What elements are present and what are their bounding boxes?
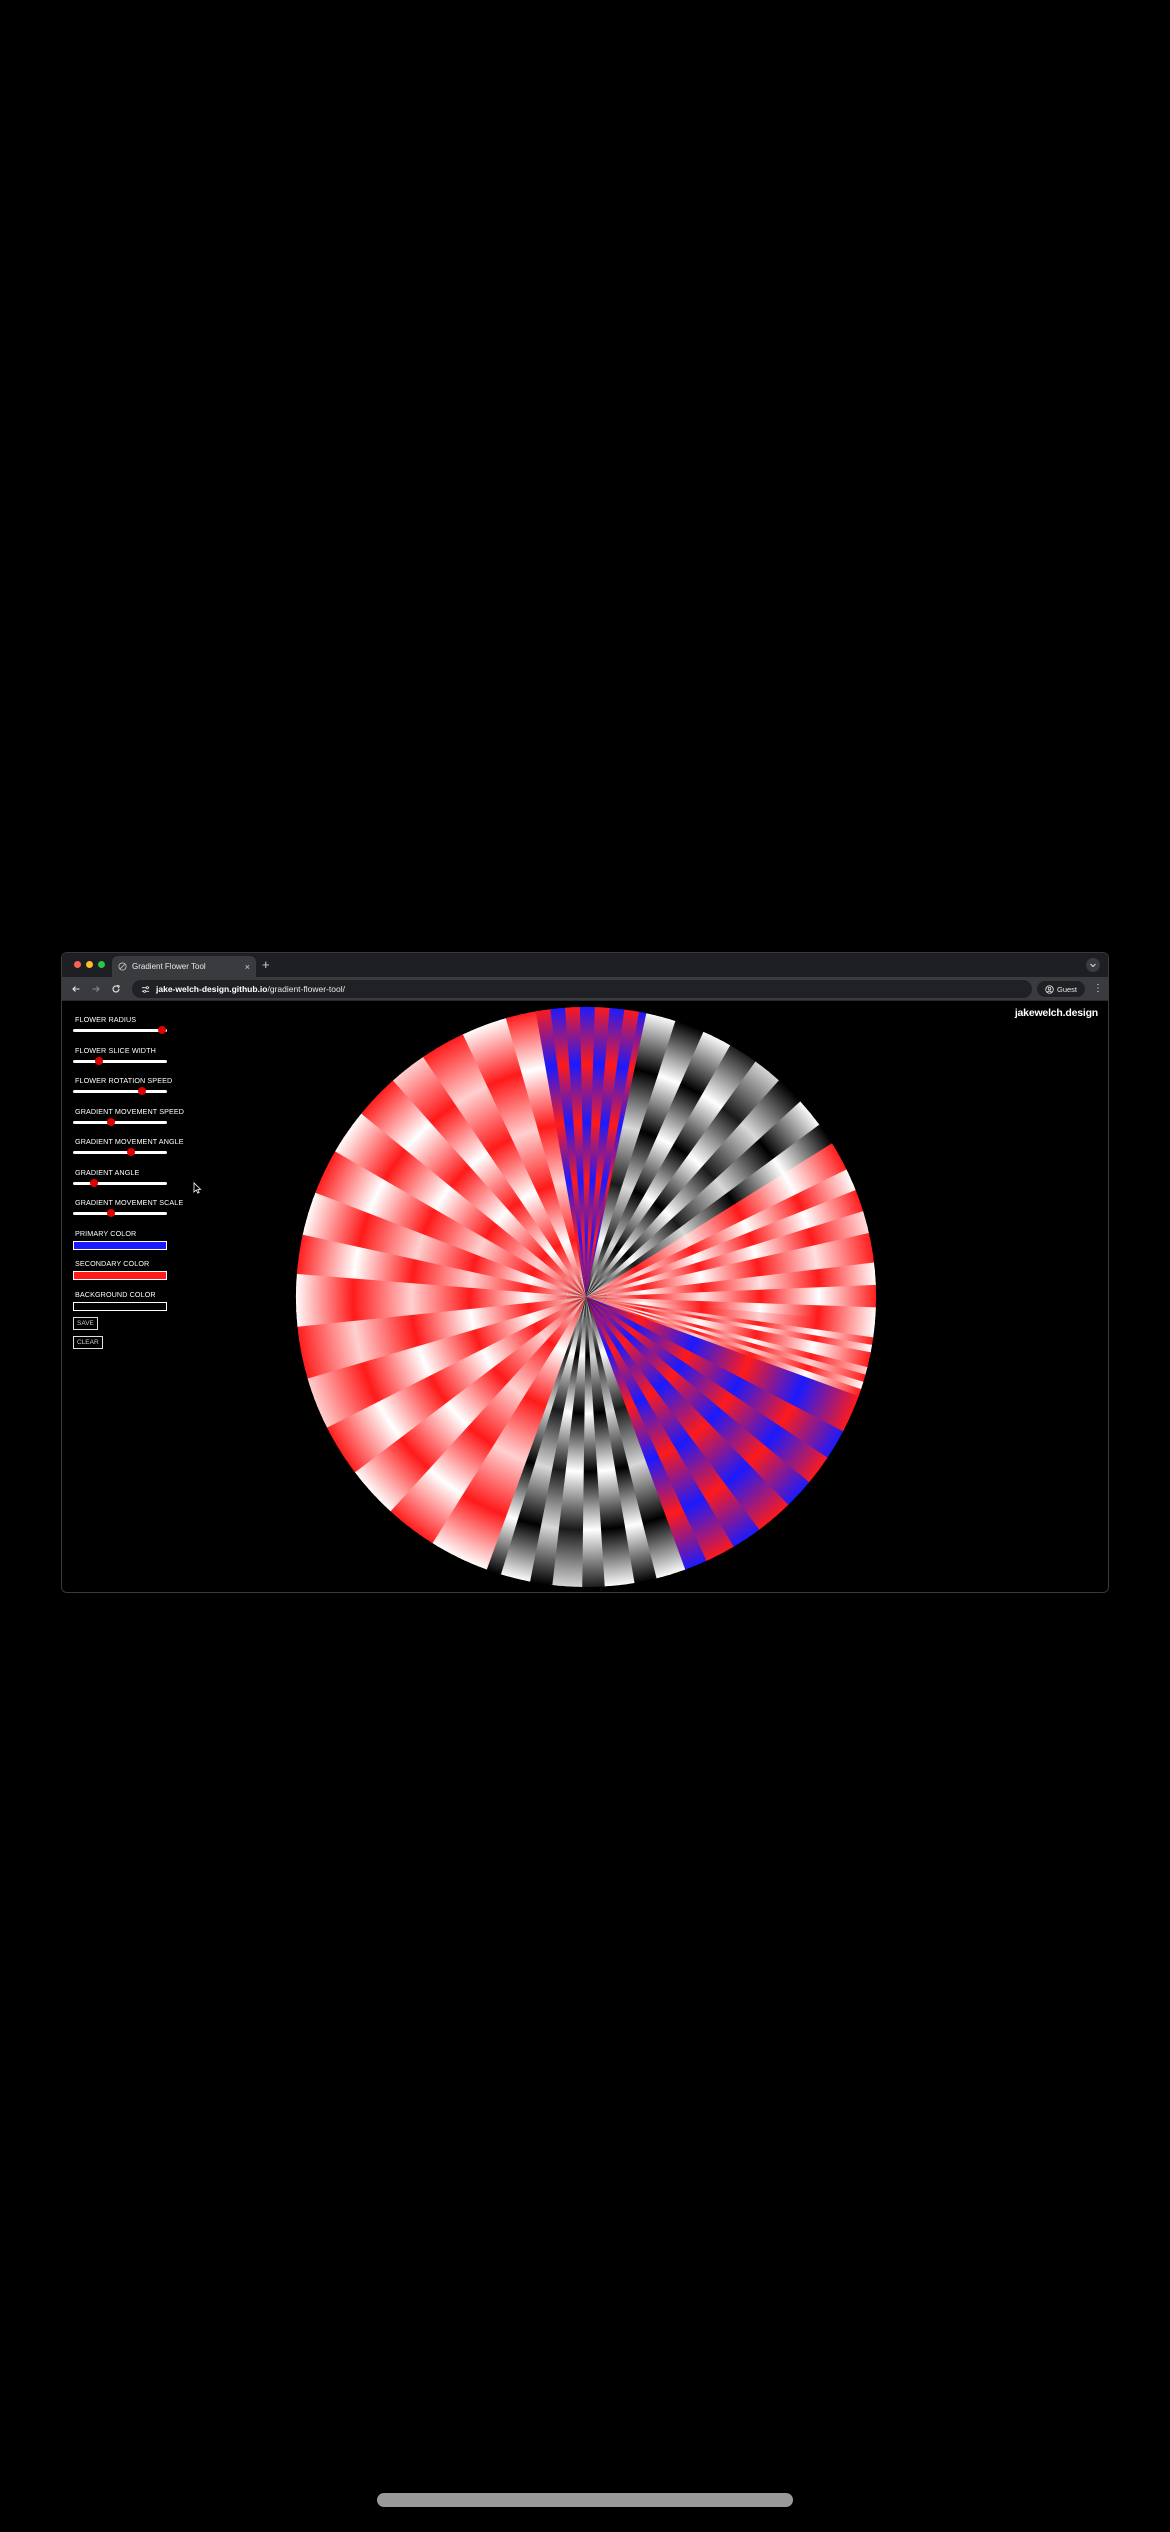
flower-rotation-speed-slider[interactable] [73,1087,167,1095]
primary-color-swatch[interactable] [73,1240,167,1250]
forward-arrow-icon [92,986,100,992]
tab-search-button[interactable] [1086,958,1100,972]
secondary-color-swatch[interactable] [73,1271,167,1280]
close-window-button[interactable] [74,961,81,968]
controls-panel: FLOWER RADIUS FLOWER SLICE WIDTH FLOWER … [72,1015,192,1349]
slider-label: GRADIENT MOVEMENT SPEED [75,1106,185,1116]
color-label: PRIMARY COLOR [75,1228,137,1238]
gradient-flower-canvas[interactable] [291,1002,881,1592]
site-brand-link[interactable]: jakewelch.design [1015,1007,1098,1019]
control-flower-radius: FLOWER RADIUS [72,1015,192,1046]
slider-label: GRADIENT MOVEMENT SCALE [75,1198,184,1207]
slider-thumb[interactable] [95,1056,104,1065]
favicon-icon [118,962,127,971]
gradient-angle-slider[interactable] [73,1178,167,1187]
tab-gradient-flower-tool[interactable]: Gradient Flower Tool × [112,956,256,977]
control-primary-color: PRIMARY COLOR [72,1229,192,1260]
slider-label: GRADIENT ANGLE [75,1167,140,1177]
url-path: /gradient-flower-tool/ [267,984,345,994]
close-tab-icon[interactable]: × [245,962,250,972]
clear-button[interactable]: CLEAR [73,1335,103,1349]
control-flower-slice-width: FLOWER SLICE WIDTH [72,1046,192,1077]
forward-button[interactable] [90,983,102,995]
home-indicator [377,2493,793,2507]
profile-button[interactable]: Guest [1037,981,1085,997]
mouse-pointer-icon [193,1182,202,1194]
slider-thumb[interactable] [106,1117,115,1126]
gradient-movement-angle-slider[interactable] [73,1148,167,1156]
control-flower-rotation-speed: FLOWER ROTATION SPEED [72,1076,192,1107]
chevron-down-icon [1090,963,1096,968]
profile-icon [1045,984,1054,994]
save-button[interactable]: SAVE [73,1316,98,1330]
site-settings-icon[interactable] [141,985,150,994]
back-button[interactable] [70,983,82,995]
browser-toolbar: jake-welch-design.github.io/gradient-flo… [62,977,1108,1001]
slider-label: FLOWER SLICE WIDTH [75,1045,156,1055]
slider-label: FLOWER RADIUS [75,1015,137,1024]
new-tab-button[interactable]: + [262,957,270,972]
tab-title: Gradient Flower Tool [132,962,206,971]
flower-slice-width-slider[interactable] [73,1056,167,1065]
color-label: BACKGROUND COLOR [75,1289,156,1299]
flower-petals [295,1006,877,1588]
reload-icon [112,984,120,993]
url-text: jake-welch-design.github.io/gradient-flo… [156,984,345,994]
back-arrow-icon [72,986,80,992]
control-background-color: BACKGROUND COLOR [72,1290,192,1317]
slider-thumb[interactable] [158,1026,167,1034]
background-color-swatch[interactable] [73,1301,167,1311]
gradient-movement-scale-slider[interactable] [73,1209,167,1217]
control-gradient-movement-angle: GRADIENT MOVEMENT ANGLE [72,1137,192,1168]
slider-thumb[interactable] [89,1178,98,1187]
slider-thumb[interactable] [137,1087,146,1095]
flower-radius-slider[interactable] [73,1026,167,1034]
address-bar[interactable]: jake-welch-design.github.io/gradient-flo… [132,980,1032,998]
slider-label: GRADIENT MOVEMENT ANGLE [75,1137,184,1146]
page-content: jakewelch.design FLOWER RADIUS FLOWER SL… [62,1001,1108,1592]
profile-label: Guest [1056,984,1077,994]
control-gradient-angle: GRADIENT ANGLE [72,1168,192,1199]
url-host: jake-welch-design.github.io [156,984,268,994]
reload-button[interactable] [110,983,122,995]
zoom-window-button[interactable] [98,961,105,968]
minimize-window-button[interactable] [86,961,93,968]
tab-strip: Gradient Flower Tool × + [62,953,1108,977]
slider-thumb[interactable] [106,1209,115,1217]
slider-thumb[interactable] [127,1148,136,1156]
control-gradient-movement-scale: GRADIENT MOVEMENT SCALE [72,1198,192,1229]
control-gradient-movement-speed: GRADIENT MOVEMENT SPEED [72,1107,192,1138]
browser-menu-icon[interactable]: ⋮ [1093,983,1103,995]
control-secondary-color: SECONDARY COLOR [72,1259,192,1290]
window-controls [74,961,105,968]
slider-label: FLOWER ROTATION SPEED [75,1076,173,1085]
color-label: SECONDARY COLOR [75,1259,150,1268]
gradient-movement-speed-slider[interactable] [73,1117,167,1126]
browser-window: Gradient Flower Tool × + jake-welch-desi… [61,952,1109,1593]
